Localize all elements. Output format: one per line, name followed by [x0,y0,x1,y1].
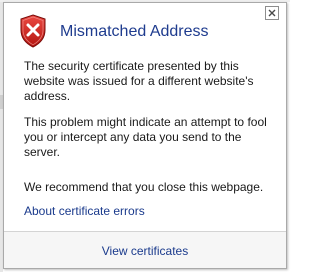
close-icon [268,9,276,17]
popup-title: Mismatched Address [60,23,209,40]
view-certificates-link[interactable]: View certificates [4,244,286,259]
shield-x-icon [20,14,46,48]
recommendation-message: We recommend that you close this webpage… [24,180,264,194]
popup-footer: View certificates [4,231,286,268]
close-button[interactable] [265,6,279,20]
risk-message: This problem might indicate an attempt t… [24,115,267,159]
warning-message: The security certificate presented by th… [24,59,254,103]
about-certificate-errors-link[interactable]: About certificate errors [24,204,145,219]
certificate-error-popup: Mismatched Address The security certific… [3,2,287,269]
